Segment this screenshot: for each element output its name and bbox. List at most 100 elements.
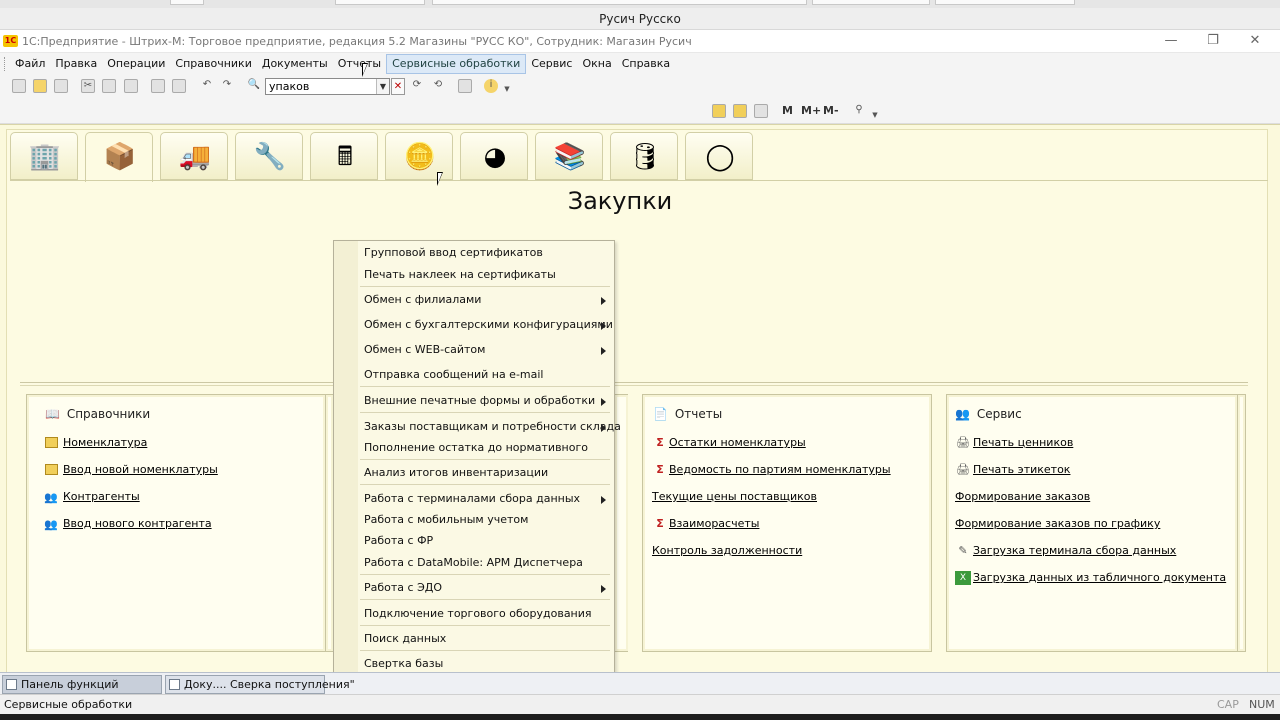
link-new-counterparty[interactable]: Ввод нового контрагента (63, 517, 212, 530)
function-tab[interactable]: 🖩 (310, 132, 378, 180)
windows-icon[interactable] (458, 79, 472, 93)
calendar-icon[interactable] (712, 104, 726, 118)
function-tab[interactable]: 🚚 (160, 132, 228, 180)
menu-item[interactable]: Обмен с филиалами (364, 293, 609, 306)
chevron-down-icon[interactable]: ▼ (500, 83, 514, 97)
cut-icon[interactable]: ✂ (81, 79, 95, 93)
save-icon[interactable] (54, 79, 68, 93)
menu-separator (360, 625, 610, 626)
settings-icon[interactable]: ⚲ (852, 104, 866, 118)
service-panel: 👥 Сервис 🖨 Печать ценников 🖨 Печать этик… (946, 394, 1238, 652)
window-tab-functions[interactable]: Панель функций (2, 675, 162, 694)
toolbar: ✂ ↶ ↷ 🔍 ▼ ✕ ⟳ ⟲ i ▼ (0, 75, 1280, 98)
menu-item[interactable]: Сервис (526, 54, 577, 74)
menu-separator (360, 286, 610, 287)
menu-item[interactable]: Печать наклеек на сертификаты (364, 268, 609, 281)
minimize-button[interactable]: — (1156, 32, 1186, 50)
link-stock-balance[interactable]: Остатки номенклатуры (669, 436, 806, 449)
link-counterparties[interactable]: Контрагенты (63, 490, 140, 503)
pie-chart-icon: ◕ (483, 142, 507, 172)
restore-button[interactable]: ❐ (1198, 32, 1228, 50)
menu-item[interactable]: Сервисные обработки (386, 54, 527, 74)
table-icon (45, 464, 58, 475)
link-print-labels[interactable]: Печать этикеток (973, 463, 1070, 476)
redo-icon[interactable]: ↷ (220, 79, 234, 93)
menu-item[interactable]: Групповой ввод сертификатов (364, 246, 609, 259)
function-tab[interactable]: 📚 (535, 132, 603, 180)
users-icon[interactable] (754, 104, 768, 118)
menu-item[interactable]: Отчеты (333, 54, 386, 74)
status-text: Сервисные обработки (4, 698, 133, 711)
menu-item[interactable]: Работа с DataMobile: АРМ Диспетчера (364, 556, 609, 569)
menubar: Файл Правка Операции Справочники Документы От… (0, 53, 1280, 75)
function-tab[interactable]: 🔧 (235, 132, 303, 180)
search-dropdown-icon[interactable]: ▼ (376, 79, 389, 94)
calculator-icon[interactable] (733, 104, 747, 118)
function-tab[interactable]: ◯ (685, 132, 753, 180)
memory-minus-button[interactable]: M- (823, 104, 839, 117)
menu-item[interactable]: Окна (577, 54, 616, 74)
os-tab[interactable] (170, 0, 204, 5)
menu-item[interactable]: Свертка базы (364, 657, 609, 670)
menu-item[interactable]: Файл (10, 54, 50, 74)
open-folder-icon[interactable] (33, 79, 47, 93)
search-input[interactable] (265, 78, 390, 95)
link-nomenclature[interactable]: Номенклатура (63, 436, 147, 449)
submenu-arrow-icon (601, 347, 606, 355)
close-button[interactable]: ✕ (1240, 32, 1270, 50)
os-window-caption: Русич Русско (0, 8, 1280, 30)
search-clear-icon[interactable]: ✕ (391, 78, 405, 95)
function-tab[interactable]: ◕ (460, 132, 528, 180)
link-settlements[interactable]: Взаиморасчеты (669, 517, 759, 530)
link-load-terminal[interactable]: Загрузка терминала сбора данных (973, 544, 1176, 557)
menu-item[interactable]: Внешние печатные формы и обработки (364, 394, 609, 407)
search-next-icon[interactable]: ⟳ (410, 79, 424, 93)
memory-plus-button[interactable]: M+ (801, 104, 821, 117)
info-icon[interactable]: i (484, 79, 498, 93)
print-preview-icon[interactable] (172, 79, 186, 93)
link-form-orders[interactable]: Формирование заказов (955, 490, 1090, 503)
link-print-price-tags[interactable]: Печать ценников (973, 436, 1073, 449)
menu-item[interactable]: Обмен с WEB-сайтом (364, 343, 609, 356)
menu-item[interactable]: Отправка сообщений на e-mail (364, 368, 609, 381)
new-document-icon[interactable] (12, 79, 26, 93)
os-tab[interactable] (935, 0, 1075, 5)
link-batches-report[interactable]: Ведомость по партиям номенклатуры (669, 463, 891, 476)
menu-item[interactable]: Обмен с бухгалтерскими конфигурациями (364, 318, 613, 331)
window-tab-document[interactable]: Доку.... Сверка поступления" (165, 675, 355, 694)
os-tab[interactable] (432, 0, 807, 5)
menu-item[interactable]: Заказы поставщикам и потребности склада (364, 420, 621, 433)
menu-item[interactable]: Документы (257, 54, 333, 74)
function-tab[interactable]: 🏢 (10, 132, 78, 180)
menu-item[interactable]: Подключение торгового оборудования (364, 607, 609, 620)
menu-item[interactable]: Справка (617, 54, 675, 74)
undo-icon[interactable]: ↶ (200, 79, 214, 93)
link-new-nomenclature[interactable]: Ввод новой номенклатуры (63, 463, 218, 476)
link-load-spreadsheet[interactable]: Загрузка данных из табличного документа (973, 571, 1226, 584)
print-icon[interactable] (151, 79, 165, 93)
menu-item[interactable]: Пополнение остатка до нормативного (364, 441, 609, 454)
menu-item[interactable]: Операции (102, 54, 170, 74)
memory-button[interactable]: M (782, 104, 793, 117)
menu-item[interactable]: Работа с терминалами сбора данных (364, 492, 609, 505)
menu-item[interactable]: Работа с ЭДО (364, 581, 609, 594)
search-prev-icon[interactable]: ⟲ (431, 79, 445, 93)
os-tab[interactable] (812, 0, 930, 5)
references-panel: 📖 Справочники Номенклатура Ввод новой но… (26, 394, 326, 652)
menu-item[interactable]: Правка (50, 54, 102, 74)
copy-icon[interactable] (102, 79, 116, 93)
menu-item[interactable]: Поиск данных (364, 632, 609, 645)
os-tab[interactable] (335, 0, 425, 5)
link-supplier-prices[interactable]: Текущие цены поставщиков (652, 490, 817, 503)
menu-item[interactable]: Анализ итогов инвентаризации (364, 466, 609, 479)
menu-item[interactable]: Работа с мобильным учетом (364, 513, 609, 526)
ring-icon: ◯ (705, 142, 735, 172)
paste-icon[interactable] (124, 79, 138, 93)
link-form-orders-schedule[interactable]: Формирование заказов по графику (955, 517, 1160, 530)
chevron-down-icon[interactable]: ▼ (868, 109, 882, 123)
function-tab[interactable]: 🛢 (610, 132, 678, 180)
link-debt-control[interactable]: Контроль задолженности (652, 544, 802, 557)
menu-item[interactable]: Работа с ФР (364, 534, 609, 547)
menu-item[interactable]: Справочники (170, 54, 256, 74)
function-tab[interactable]: 📦 (85, 132, 153, 182)
